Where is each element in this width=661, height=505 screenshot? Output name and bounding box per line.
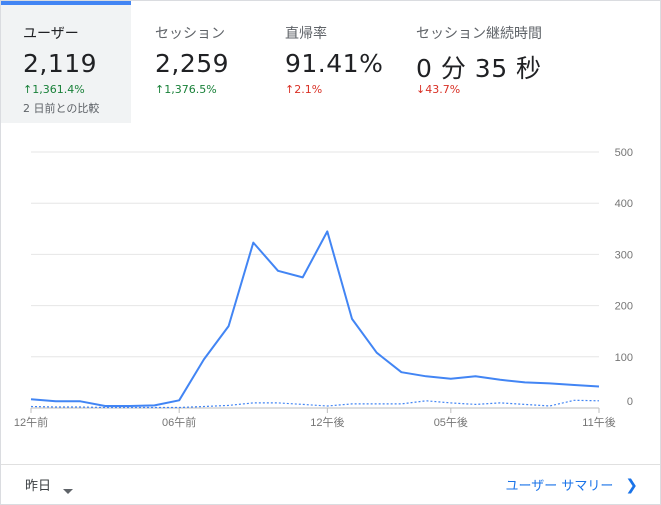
x-tick-label: 06午前 — [162, 415, 196, 429]
y-tick-label: 300 — [615, 249, 633, 261]
y-tick-label: 500 — [615, 147, 633, 159]
x-tick-label: 05午後 — [434, 415, 468, 429]
user-summary-label: ユーザー サマリー — [505, 479, 614, 494]
users-line-chart: 0 100 200 300 400 500 12午前 06午前 12午後 05午後 11午後 — [14, 147, 633, 429]
users-series-line — [30, 230, 600, 407]
date-range-label: 昨日 — [25, 479, 52, 494]
user-summary-link[interactable]: ユーザー サマリー ❯ — [506, 475, 638, 494]
x-tick-label: 11午後 — [582, 415, 615, 429]
y-tick-label: 400 — [615, 198, 633, 210]
x-tick-label: 12午前 — [14, 415, 48, 429]
audience-overview-card: ユーザー 2,119 ↑1,361.4% 2 日前との比較 セッション 2,25… — [0, 0, 661, 505]
y-tick-label: 100 — [615, 352, 633, 364]
y-tick-label: 0 — [627, 396, 633, 408]
divider — [1, 464, 660, 465]
y-tick-label: 200 — [615, 301, 633, 313]
chevron-right-icon: ❯ — [625, 476, 638, 494]
caret-down-icon — [63, 489, 74, 494]
x-tick-label: 12午後 — [310, 415, 344, 429]
date-range-dropdown[interactable]: 昨日 — [25, 475, 74, 494]
